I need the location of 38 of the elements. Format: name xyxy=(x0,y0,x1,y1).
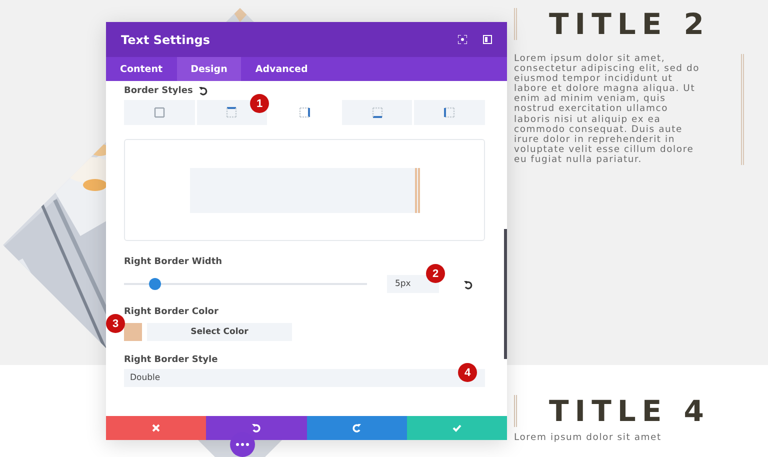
step-badge: 1 xyxy=(250,94,269,113)
tab[interactable]: Advanced xyxy=(241,57,322,81)
reset-icon[interactable] xyxy=(198,86,208,96)
select-color-button[interactable]: Select Color xyxy=(147,323,292,341)
field-label: Right Border Style xyxy=(124,355,218,365)
body-text: Lorem ipsum dolor sit amet, consectetur adipiscing elit, sed do eiusmod tempor incididunt ut labore et dolore magna aliqua. Ut enim ad minim veniam, quis nostrud exercitation ullamco laboris nisi ut aliquip ex ea commodo consequat. Duis aute irure dolor in reprehenderit in voluptate velit esse cillum dolore eu fugiat nulla pariatur. xyxy=(514,54,744,166)
step-badge: 2 xyxy=(426,264,445,283)
field-label: Right Border Color xyxy=(124,307,218,317)
field-label: Border Styles xyxy=(124,86,193,96)
body-text: Lorem ipsum dolor sit amet xyxy=(514,433,662,444)
dots-icon xyxy=(236,443,249,446)
target-icon[interactable] xyxy=(458,35,467,44)
border-style-icon xyxy=(154,107,165,118)
modal-title: Text Settings xyxy=(121,32,212,46)
scrollbar[interactable] xyxy=(504,229,507,359)
border-style-icon xyxy=(372,107,383,118)
border-style-icon xyxy=(444,107,456,118)
tab[interactable]: Design xyxy=(176,57,242,81)
border-style-option[interactable] xyxy=(196,100,268,125)
sidebar-icon[interactable] xyxy=(483,35,492,44)
color-swatch[interactable] xyxy=(124,323,142,341)
step-badge: 4 xyxy=(458,363,477,382)
redo-icon xyxy=(352,423,362,433)
cancel-icon xyxy=(151,423,162,433)
tab[interactable]: Content xyxy=(106,57,177,81)
save-button[interactable] xyxy=(406,416,507,440)
border-style-icon xyxy=(298,107,310,118)
section-title: TITLE 4 xyxy=(514,395,744,427)
reset-icon[interactable] xyxy=(463,280,473,290)
section-title: TITLE 2 xyxy=(514,8,744,40)
slider-thumb[interactable] xyxy=(149,278,162,290)
step-badge: 3 xyxy=(106,314,125,333)
redo-button[interactable] xyxy=(306,416,407,440)
field-label: Right Border Width xyxy=(124,257,222,267)
save-icon xyxy=(452,423,462,433)
cancel-button[interactable] xyxy=(106,416,206,440)
border-style-icon xyxy=(226,107,238,118)
undo-icon xyxy=(251,423,262,433)
